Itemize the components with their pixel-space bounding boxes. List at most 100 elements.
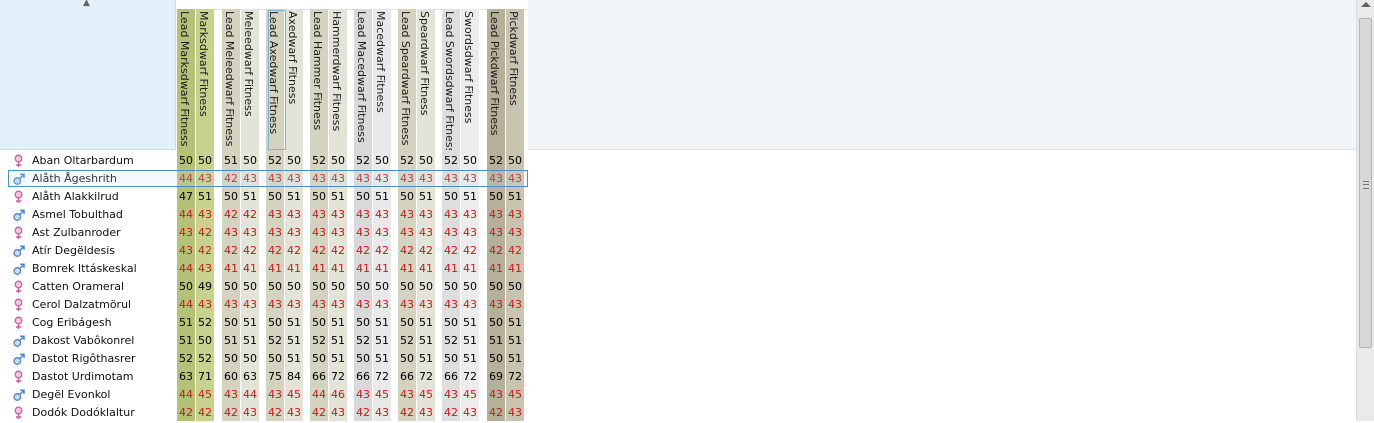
fitness-cell[interactable]: 63 [241,370,259,384]
fitness-cell[interactable]: 43 [241,226,259,240]
fitness-cell[interactable]: 43 [487,298,505,312]
fitness-cell[interactable]: 50 [266,190,284,204]
fitness-cell[interactable]: 63 [177,370,195,384]
fitness-cell[interactable]: 50 [487,352,505,366]
fitness-cell[interactable]: 51 [461,190,479,204]
dwarf-row[interactable]: Ast Zulbanroder 43 42 43 43 43 43 43 43 43 43 43 43 4… [0,224,1356,242]
fitness-cell[interactable]: 60 [222,370,240,384]
fitness-cell[interactable]: 50 [461,154,479,168]
fitness-cell[interactable]: 43 [241,406,259,420]
fitness-cell[interactable]: 43 [417,298,435,312]
fitness-cell[interactable]: 41 [329,262,347,276]
fitness-cell[interactable]: 51 [241,316,259,330]
scrollbar-thumb[interactable] [1359,18,1372,348]
fitness-cell[interactable]: 51 [329,352,347,366]
column-header[interactable]: Lead Swordsdwarf Fitness [442,9,460,150]
fitness-cell[interactable]: 52 [310,154,328,168]
fitness-cell[interactable]: 43 [329,208,347,222]
fitness-cell[interactable]: 43 [285,172,303,186]
fitness-cell[interactable]: 42 [487,406,505,420]
column-header[interactable]: Pickdwarf Fitness [506,9,524,150]
fitness-cell[interactable]: 43 [442,208,460,222]
fitness-cell[interactable]: 42 [222,208,240,222]
fitness-cell[interactable]: 52 [354,334,372,348]
fitness-cell[interactable]: 50 [310,280,328,294]
fitness-cell[interactable]: 50 [310,352,328,366]
fitness-cell[interactable]: 45 [506,388,524,402]
column-header[interactable]: Lead Hammer Fitness [310,9,328,150]
fitness-cell[interactable]: 50 [354,190,372,204]
fitness-cell[interactable]: 43 [373,208,391,222]
fitness-cell[interactable]: 43 [398,172,416,186]
fitness-cell[interactable]: 42 [354,244,372,258]
fitness-cell[interactable]: 50 [398,190,416,204]
column-header[interactable]: Hammerdwarf Fitness [329,9,347,150]
fitness-cell[interactable]: 50 [417,280,435,294]
fitness-cell[interactable]: 51 [373,190,391,204]
fitness-cell[interactable]: 42 [196,244,214,258]
fitness-cell[interactable]: 42 [196,406,214,420]
fitness-cell[interactable]: 43 [354,298,372,312]
fitness-cell[interactable]: 47 [177,190,195,204]
fitness-cell[interactable]: 42 [241,208,259,222]
fitness-cell[interactable]: 50 [398,280,416,294]
fitness-cell[interactable]: 50 [442,190,460,204]
fitness-cell[interactable]: 50 [285,154,303,168]
fitness-cell[interactable]: 45 [196,388,214,402]
fitness-cell[interactable]: 43 [329,172,347,186]
fitness-cell[interactable]: 43 [222,388,240,402]
fitness-cell[interactable]: 43 [506,208,524,222]
fitness-cell[interactable]: 51 [285,334,303,348]
fitness-cell[interactable]: 42 [354,406,372,420]
fitness-cell[interactable]: 50 [329,154,347,168]
fitness-cell[interactable]: 50 [222,352,240,366]
fitness-cell[interactable]: 52 [196,352,214,366]
fitness-cell[interactable]: 42 [506,244,524,258]
fitness-cell[interactable]: 43 [241,298,259,312]
fitness-cell[interactable]: 43 [310,208,328,222]
fitness-cell[interactable]: 71 [196,370,214,384]
fitness-cell[interactable]: 50 [398,316,416,330]
column-header[interactable]: Macedwarf Fitness [373,9,391,150]
fitness-cell[interactable]: 45 [417,388,435,402]
fitness-cell[interactable]: 51 [506,190,524,204]
fitness-cell[interactable]: 51 [285,352,303,366]
column-header[interactable]: Lead Macedwarf Fitness [354,9,372,150]
fitness-cell[interactable]: 43 [417,406,435,420]
column-header[interactable]: Lead Speardwarf Fitness [398,9,416,150]
fitness-cell[interactable]: 42 [222,172,240,186]
fitness-cell[interactable]: 44 [241,388,259,402]
fitness-cell[interactable]: 41 [222,262,240,276]
fitness-cell[interactable]: 51 [487,334,505,348]
column-header[interactable]: Marksdwarf Fitness [196,9,214,150]
fitness-cell[interactable]: 50 [354,352,372,366]
fitness-cell[interactable]: 51 [222,154,240,168]
fitness-cell[interactable]: 66 [354,370,372,384]
fitness-cell[interactable]: 50 [222,316,240,330]
fitness-cell[interactable]: 43 [487,172,505,186]
fitness-cell[interactable]: 41 [373,262,391,276]
fitness-cell[interactable]: 43 [398,226,416,240]
fitness-cell[interactable]: 41 [442,262,460,276]
fitness-cell[interactable]: 50 [222,280,240,294]
dwarf-row[interactable]: Dakost Vabôkonrel 51 50 51 51 52 51 52 51 52 51 52 5… [0,332,1356,350]
fitness-cell[interactable]: 42 [310,244,328,258]
fitness-cell[interactable]: 43 [398,298,416,312]
fitness-cell[interactable]: 43 [354,208,372,222]
fitness-cell[interactable]: 51 [329,316,347,330]
fitness-cell[interactable]: 50 [487,190,505,204]
fitness-cell[interactable]: 42 [222,244,240,258]
fitness-cell[interactable]: 43 [177,244,195,258]
fitness-cell[interactable]: 43 [285,298,303,312]
fitness-cell[interactable]: 41 [506,262,524,276]
fitness-cell[interactable]: 50 [196,154,214,168]
fitness-cell[interactable]: 43 [285,226,303,240]
fitness-cell[interactable]: 43 [506,226,524,240]
fitness-cell[interactable]: 45 [461,388,479,402]
fitness-cell[interactable]: 44 [177,262,195,276]
fitness-cell[interactable]: 41 [285,262,303,276]
fitness-cell[interactable]: 41 [354,262,372,276]
fitness-cell[interactable]: 50 [177,154,195,168]
fitness-cell[interactable]: 66 [310,370,328,384]
fitness-cell[interactable]: 50 [241,154,259,168]
